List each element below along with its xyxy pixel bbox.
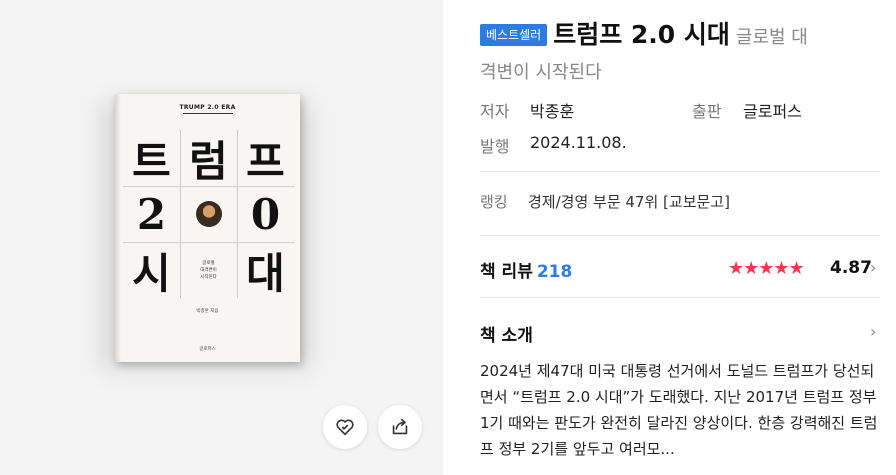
book-subtitle-continued: 격변이 시작된다: [480, 62, 602, 83]
cover-char: 대: [246, 248, 285, 298]
portrait-image: [195, 201, 222, 227]
cover-char: 럼: [189, 136, 228, 186]
cover-series: TRUMP 2.0 ERA: [115, 104, 300, 114]
cover-char: 프: [246, 136, 285, 186]
intro-body: 2024년 제47대 미국 대통령 선거에서 도널드 트럼프가 당선되면서 “트…: [480, 362, 878, 458]
chevron-right-icon[interactable]: ›: [870, 258, 876, 277]
bestseller-badge: 베스트셀러: [480, 24, 548, 46]
page-title: 트럼프 2.0 시대: [553, 20, 730, 49]
cover-portrait-cell: [182, 186, 235, 242]
review-section[interactable]: 책 리뷰 218: [480, 257, 572, 282]
cover-char: 시: [132, 248, 171, 298]
chevron-right-icon[interactable]: ›: [870, 322, 876, 341]
book-subtitle: 글로벌 대: [735, 27, 808, 48]
author-label: 저자: [480, 102, 510, 121]
grid-line: [180, 130, 181, 298]
book-cover[interactable]: TRUMP 2.0 ERA 트 럼 프 2 0 시 글로벌 대격변이 시작된다 …: [115, 94, 300, 362]
ranking-value[interactable]: 경제/경영 부문 47위 [교보문고]: [528, 191, 730, 212]
publisher-label: 출판: [692, 102, 722, 121]
rating-value: 4.87: [830, 258, 872, 278]
cover-subtitle: 글로벌 대격변이 시작된다: [200, 260, 217, 280]
date-value: 2024.11.08.: [530, 133, 627, 152]
cover-author: 박종훈 지음: [196, 309, 219, 314]
book-spine: [115, 94, 121, 362]
like-button[interactable]: [323, 405, 367, 449]
share-button[interactable]: [378, 405, 422, 449]
author-value[interactable]: 박종훈: [530, 98, 574, 122]
cover-char: 0: [250, 189, 281, 239]
share-icon: [392, 418, 408, 435]
review-title: 책 리뷰: [480, 262, 533, 282]
cover-char: 트: [132, 136, 171, 186]
divider: [480, 297, 880, 298]
grid-line: [237, 130, 238, 298]
divider: [480, 235, 880, 236]
heart-icon: [336, 419, 354, 436]
star-rating-icon: ★★★★★: [728, 258, 805, 279]
cover-publisher: 글로퍼스: [199, 347, 216, 352]
cover-subtitle-cell: 글로벌 대격변이 시작된다: [182, 242, 235, 298]
title-row: 베스트셀러 트럼프 2.0 시대 글로벌 대: [480, 18, 880, 55]
publisher-value[interactable]: 글로퍼스: [743, 98, 802, 122]
date-label: 발행: [480, 137, 510, 156]
cover-char: 2: [136, 189, 167, 239]
divider: [480, 171, 880, 172]
ranking-label: 랭킹: [480, 193, 508, 211]
cover-panel: TRUMP 2.0 ERA 트 럼 프 2 0 시 글로벌 대격변이 시작된다 …: [0, 0, 443, 475]
intro-title: 책 소개: [480, 326, 533, 346]
review-count: 218: [536, 262, 573, 282]
